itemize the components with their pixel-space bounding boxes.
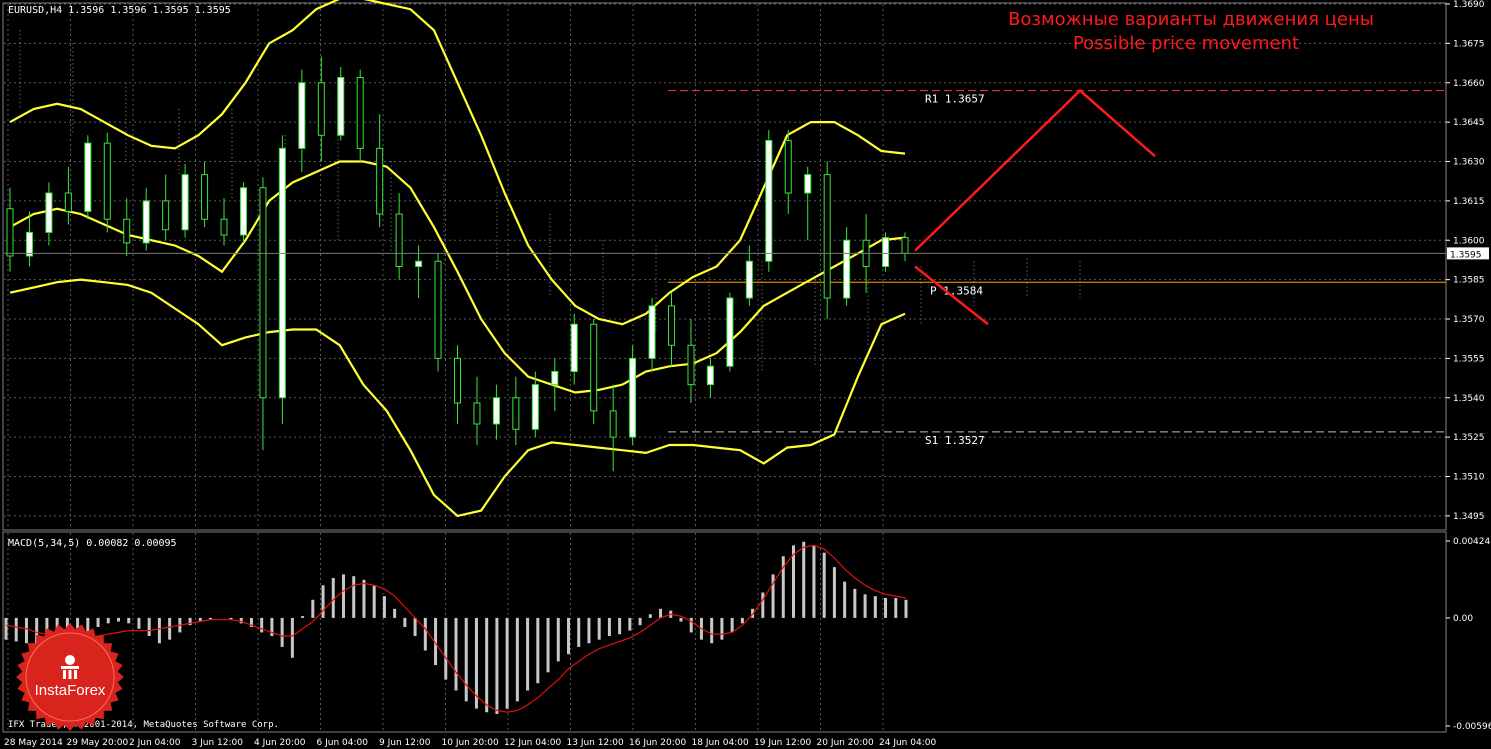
- candle-body: [882, 237, 890, 267]
- time-label: 9 Jun 12:00: [379, 738, 431, 748]
- candle-body: [531, 384, 539, 430]
- candle-body: [64, 192, 72, 212]
- candle-body: [784, 140, 792, 194]
- price-tick-label: 1.3690: [1453, 0, 1485, 10]
- time-label: 12 Jun 04:00: [504, 738, 561, 748]
- time-label: 28 May 2014: [4, 738, 63, 748]
- level-label-s1: S1 1.3527: [925, 434, 985, 447]
- time-label: 16 Jun 20:00: [629, 738, 686, 748]
- candle-body: [239, 187, 247, 236]
- candle-body: [181, 174, 189, 231]
- candle-body: [278, 147, 286, 399]
- candle-body: [25, 231, 33, 257]
- price-tick-label: 1.3600: [1453, 236, 1485, 246]
- candle-body: [687, 344, 695, 386]
- chart-canvas: R1 1.3657P 1.3584S1 1.3527 0.004240.00-0…: [0, 0, 1491, 749]
- candle-body: [220, 218, 228, 236]
- candle-body: [415, 260, 423, 267]
- candle-body: [201, 174, 209, 220]
- macd-tick-label: 0.00: [1453, 614, 1473, 624]
- time-label: 19 Jun 12:00: [754, 738, 811, 748]
- candle-body: [609, 410, 617, 438]
- candle-body: [706, 365, 714, 386]
- candle-body: [84, 142, 92, 212]
- candle-body: [45, 192, 53, 233]
- time-label: 29 May 20:00: [67, 738, 129, 748]
- candle-body: [103, 142, 111, 220]
- price-tick-label: 1.3555: [1453, 354, 1485, 364]
- annotation-en: Possible price movement: [1073, 33, 1299, 54]
- price-tick-label: 1.3495: [1453, 512, 1485, 522]
- candle-body: [512, 397, 520, 430]
- candle-body: [668, 305, 676, 346]
- candle-body: [590, 323, 598, 412]
- price-tick-label: 1.3585: [1453, 276, 1485, 286]
- time-label: 2 Jun 04:00: [129, 738, 181, 748]
- logo-text: InstaForex: [34, 682, 106, 699]
- price-tick-label: 1.3615: [1453, 197, 1485, 207]
- candle-body: [473, 402, 481, 425]
- candle-body: [823, 174, 831, 299]
- price-tick-label: 1.3570: [1453, 315, 1485, 325]
- annotation-ru: Возможные варианты движения цены: [1008, 9, 1374, 30]
- time-label: 18 Jun 04:00: [692, 738, 749, 748]
- time-axis: 28 May 2014 29 May 20:00 2 Jun 04:00 3 Jun …: [4, 738, 936, 748]
- price-tick-label: 1.3630: [1453, 158, 1485, 168]
- current-price-label: 1.3595: [1450, 250, 1482, 260]
- time-label: 10 Jun 20:00: [442, 738, 499, 748]
- candle-body: [337, 77, 345, 136]
- candle-body: [454, 357, 461, 404]
- candle-body: [298, 82, 306, 149]
- time-label: 13 Jun 12:00: [567, 738, 624, 748]
- candle-body: [492, 397, 500, 425]
- candle-body: [901, 237, 909, 254]
- candle-body: [6, 208, 14, 257]
- macd-label: MACD(5,34,5) 0.00082 0.00095: [8, 538, 177, 549]
- time-label: 3 Jun 12:00: [192, 738, 244, 748]
- time-label: 4 Jun 20:00: [254, 738, 306, 748]
- price-tick-label: 1.3645: [1453, 118, 1485, 128]
- price-tick-label: 1.3660: [1453, 79, 1485, 89]
- candle-body: [317, 82, 325, 136]
- candle-body: [142, 200, 150, 244]
- macd-tick-label: 0.00424: [1453, 537, 1490, 547]
- candle-body: [745, 260, 753, 299]
- symbol-header: EURUSD,H4 1.3596 1.3596 1.3595 1.3595: [8, 5, 231, 16]
- candle-body: [376, 147, 384, 215]
- price-tick-label: 1.3675: [1453, 39, 1485, 49]
- candle-body: [726, 297, 734, 367]
- price-tick-label: 1.3525: [1453, 433, 1485, 443]
- candle-body: [570, 323, 578, 372]
- candle-body: [356, 77, 364, 149]
- time-label: 6 Jun 04:00: [317, 738, 369, 748]
- candle-body: [629, 357, 637, 438]
- candle-body: [765, 140, 773, 262]
- candle-body: [395, 213, 403, 267]
- candle-body: [804, 174, 812, 194]
- candle-body: [843, 239, 851, 299]
- candle-body: [648, 305, 656, 359]
- time-label: 20 Jun 20:00: [817, 738, 874, 748]
- candle-body: [162, 200, 170, 231]
- level-label-r1: R1 1.3657: [925, 93, 985, 106]
- price-tick-label: 1.3510: [1453, 473, 1485, 483]
- candle-body: [551, 371, 559, 386]
- macd-tick-label: -0.00596: [1453, 722, 1491, 732]
- instaforex-logo: [16, 623, 124, 731]
- candle-body: [259, 187, 267, 399]
- time-label: 24 Jun 04:00: [879, 738, 936, 748]
- candle-body: [434, 260, 442, 359]
- price-tick-label: 1.3540: [1453, 394, 1485, 404]
- candle-body: [123, 218, 131, 244]
